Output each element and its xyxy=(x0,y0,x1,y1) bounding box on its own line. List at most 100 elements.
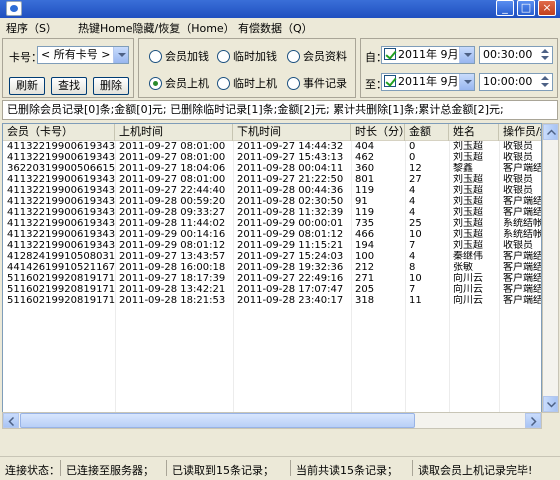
date-from-picker[interactable]: 2011年 9月27日 xyxy=(381,46,475,64)
spin-icon[interactable] xyxy=(538,47,552,63)
time-from-field[interactable]: 00:30:00 xyxy=(479,46,553,64)
status-total: 当前共读15条记录； xyxy=(296,464,398,477)
table-cell: 2011-09-28 02:30:50 xyxy=(237,196,344,207)
table-cell: 刘玉超 xyxy=(453,229,483,240)
table-cell: 411322199006193433 xyxy=(7,141,115,152)
table-cell: 2011-09-27 21:22:50 xyxy=(237,174,344,185)
table-cell: 511602199208191713 xyxy=(7,284,115,295)
scroll-left-button[interactable] xyxy=(3,413,19,428)
table-row[interactable]: 511602199208191713 2011-09-28 13:42:21 201… xyxy=(3,284,541,295)
column-header[interactable]: 下机时间 xyxy=(233,124,351,141)
table-cell: 411322199006193433 xyxy=(7,185,115,196)
table-header: 会员（卡号） 上机时间 下机时间 时长（分） 金额 姓名 操作员/结帐 xyxy=(3,124,541,141)
table-cell: 0 xyxy=(409,152,416,163)
chevron-down-icon[interactable] xyxy=(459,74,474,90)
table-cell: 12 xyxy=(409,163,422,174)
table-cell: 411322199006193433 xyxy=(7,152,115,163)
table-cell: 客户端结帐 xyxy=(503,163,542,174)
table-cell: 客户端结帐 xyxy=(503,196,542,207)
table-cell: 收银员 xyxy=(503,240,533,251)
status-done: 读取会员上机记录完毕! xyxy=(418,464,533,477)
table-cell: 客户端结帐 xyxy=(503,251,542,262)
menu-paid-data[interactable]: 有偿数据（Q） xyxy=(238,20,313,36)
table-row[interactable]: 511602199208191713 2011-09-27 18:17:39 201… xyxy=(3,273,541,284)
date-from-checkbox[interactable] xyxy=(384,48,396,60)
table-row[interactable]: 411322199006193433 2011-09-29 00:14:16 201… xyxy=(3,229,541,240)
table-cell: 2011-09-27 15:24:03 xyxy=(237,251,344,262)
title-bar[interactable]: _ □ × xyxy=(0,0,560,18)
table-cell: 2011-09-27 08:01:00 xyxy=(119,174,226,185)
table-row[interactable]: 411322199006193433 2011-09-27 22:44:40 201… xyxy=(3,185,541,196)
table-cell: 向川云 xyxy=(453,273,483,284)
table-cell: 735 xyxy=(355,218,375,229)
date-to-picker[interactable]: 2011年 9月29日 xyxy=(381,73,475,91)
table-cell: 客户端结帐 xyxy=(503,207,542,218)
spin-icon[interactable] xyxy=(538,74,552,90)
table-cell: 205 xyxy=(355,284,375,295)
table-cell: 462 xyxy=(355,152,375,163)
card-select[interactable]: < 所有卡号 > xyxy=(37,46,129,64)
refresh-button[interactable]: 刷新 xyxy=(9,77,45,95)
close-button[interactable]: × xyxy=(538,0,556,16)
main-window: _ □ × 程序（S） 热键Home隐藏/恢复（Home） 有偿数据（Q） 卡号… xyxy=(0,0,560,480)
table-cell: 411322199006193433 xyxy=(7,240,115,251)
table-cell: 404 xyxy=(355,141,375,152)
column-header[interactable]: 姓名 xyxy=(449,124,499,141)
table-row[interactable]: 411322199006193433 2011-09-28 00:59:20 201… xyxy=(3,196,542,207)
radio-event-log[interactable]: 事件记录 xyxy=(287,77,347,91)
menu-hotkey[interactable]: 热键Home隐藏/恢复（Home） xyxy=(78,20,235,36)
delete-button[interactable]: 删除 xyxy=(93,77,129,95)
arrow-right-icon xyxy=(530,417,537,426)
table-row[interactable]: 511602199208191713 2011-09-28 18:21:53 201… xyxy=(3,295,542,306)
table-row[interactable]: 411322199006193433 2011-09-28 11:44:02 201… xyxy=(3,218,541,229)
table-cell: 4 xyxy=(409,207,416,218)
scroll-down-button[interactable] xyxy=(543,396,558,412)
search-button[interactable]: 查找 xyxy=(51,77,87,95)
table-row[interactable]: 411322199006193433 2011-09-29 08:01:12 201… xyxy=(3,240,541,251)
radio-member-login[interactable]: 会员上机 xyxy=(149,77,209,91)
date-to-checkbox[interactable] xyxy=(384,75,396,87)
table-row[interactable]: 411322199006193433 2011-09-27 08:01:00 201… xyxy=(3,174,541,185)
table-cell: 2011-09-29 11:15:21 xyxy=(237,240,344,251)
table-cell: 客户端结帐 xyxy=(503,295,542,306)
time-to-field[interactable]: 10:00:00 xyxy=(479,73,553,91)
table-cell: 2011-09-29 00:14:16 xyxy=(119,229,226,240)
table-row[interactable]: 412824199105080312 2011-09-27 13:43:57 201… xyxy=(3,251,542,262)
radio-member-recharge[interactable]: 会员加钱 xyxy=(149,50,209,64)
table-cell: 119 xyxy=(355,185,375,196)
table-cell: 刘玉超 xyxy=(453,141,483,152)
horizontal-scrollbar[interactable] xyxy=(2,412,542,429)
card-panel: 卡号： < 所有卡号 > 刷新 查找 删除 xyxy=(2,38,134,98)
table-cell: 466 xyxy=(355,229,375,240)
table-row[interactable]: 441426199105211672 2011-09-28 16:00:18 201… xyxy=(3,262,541,273)
table-row[interactable]: 411322199006193433 2011-09-28 09:33:27 201… xyxy=(3,207,542,218)
table-row[interactable]: 362203199005066151 2011-09-27 18:04:06 201… xyxy=(3,163,542,174)
radio-temp-login[interactable]: 临时上机 xyxy=(217,77,277,91)
scroll-up-button[interactable] xyxy=(543,124,558,140)
maximize-button[interactable]: □ xyxy=(517,0,535,16)
table-cell: 刘玉超 xyxy=(453,174,483,185)
table-cell: 11 xyxy=(409,295,422,306)
table-cell: 刘玉超 xyxy=(453,207,483,218)
table-row[interactable]: 411322199006193433 2011-09-27 08:01:00 201… xyxy=(3,152,541,163)
table-cell: 刘玉超 xyxy=(453,152,483,163)
table-cell: 2011-09-27 22:44:40 xyxy=(119,185,226,196)
menu-program[interactable]: 程序（S） xyxy=(6,20,57,36)
column-header[interactable]: 操作员/结帐 xyxy=(499,124,541,141)
radio-member-profile[interactable]: 会员资料 xyxy=(287,50,347,64)
table-row[interactable]: 411322199006193433 2011-09-27 08:01:00 201… xyxy=(3,141,541,152)
column-header[interactable]: 上机时间 xyxy=(115,124,233,141)
vertical-scrollbar[interactable] xyxy=(542,123,559,413)
time-to-value: 10:00:00 xyxy=(483,75,533,88)
scroll-thumb[interactable] xyxy=(20,413,415,428)
column-header[interactable]: 金额 xyxy=(405,124,449,141)
chevron-down-icon[interactable] xyxy=(459,47,474,63)
scroll-right-button[interactable] xyxy=(525,413,541,428)
radio-temp-recharge[interactable]: 临时加钱 xyxy=(217,50,277,64)
column-header[interactable]: 会员（卡号） xyxy=(3,124,115,141)
chevron-down-icon[interactable] xyxy=(113,47,128,63)
table-cell: 2011-09-27 14:44:32 xyxy=(237,141,344,152)
column-header[interactable]: 时长（分） xyxy=(351,124,405,141)
status-connect-value: 已连接至服务器； xyxy=(66,464,154,477)
minimize-button[interactable]: _ xyxy=(496,0,514,16)
